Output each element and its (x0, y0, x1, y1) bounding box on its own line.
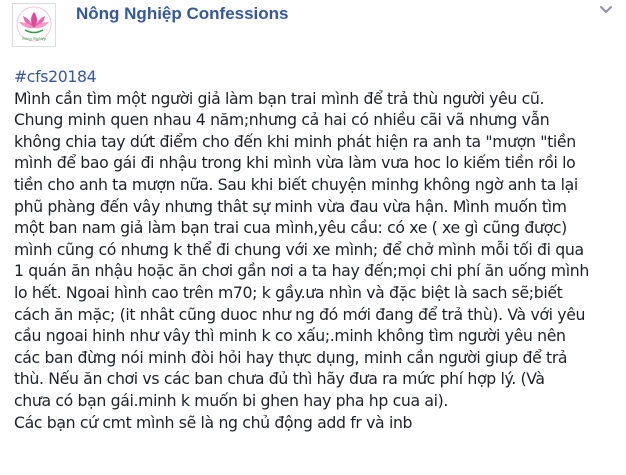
post-line: Các bạn cứ cmt mình sẽ là ng chủ động ad… (14, 412, 413, 432)
post-line: một ban nam giả làm bạn trai cua mình,yê… (14, 218, 567, 238)
post-line: Chung minh quen nhau 4 năm;nhưng cả hai … (14, 110, 550, 130)
post-line: cách ăn mặc; (it nhât cũng duoc như ng đ… (14, 304, 586, 324)
post-line: chưa có bạn gái.minh k muốn bi ghen hay … (14, 390, 449, 410)
hashtag-link[interactable]: #cfs20184 (14, 66, 620, 88)
lotus-logo-icon: Nông Nghiệp (16, 6, 52, 42)
post-header: Nông Nghiệp Nông Nghiệp Confessions (0, 0, 626, 60)
avatar-text: Nông Nghiệp (21, 36, 47, 41)
post-line: cầu ngoai hinh như vây thì minh k co xấu… (14, 326, 566, 346)
post-line: mình để bao gái đi nhậu trong khi mình v… (14, 153, 576, 173)
post-line: không chia tay dứt điểm cho đến khi minh… (14, 131, 576, 151)
post-line: tiền cho anh ta mượn nữa. Sau khi biết c… (14, 174, 578, 194)
post-line: 1 quán ăn nhậu hoặc ăn chơi gần nơi a ta… (14, 261, 589, 281)
post-line: mình cũng có nhưng k thể đi chung với xe… (14, 239, 584, 259)
page-name-link[interactable]: Nông Nghiệp Confessions (76, 4, 289, 24)
post-line: thù. Nếu ăn chơi vs các ban chưa đủ thì … (14, 369, 545, 389)
post-body: #cfs20184 Mình cần tìm một người giả làm… (14, 66, 620, 433)
avatar[interactable]: Nông Nghiệp (12, 3, 56, 47)
post-line: lo hết. Ngoai hình cao trên m70; k gầy.ư… (14, 282, 563, 302)
post-line: các ban đừng nói minh đòi hỏi hay thực d… (14, 347, 568, 367)
post-line: phũ phàng đến vây nhưng thât sự minh vừa… (14, 196, 567, 216)
post-line: Mình cần tìm một người giả làm bạn trai … (14, 88, 545, 108)
chevron-down-icon[interactable] (598, 4, 614, 16)
